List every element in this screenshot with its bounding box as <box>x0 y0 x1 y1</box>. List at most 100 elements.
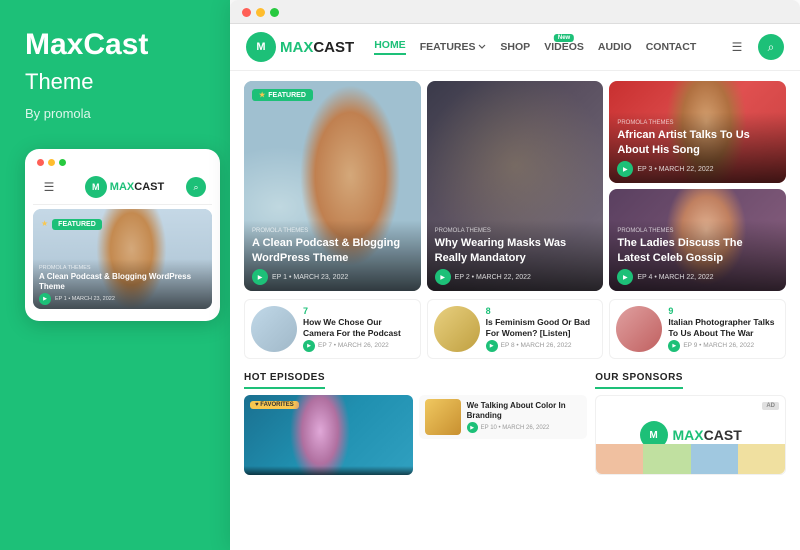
brand-subtitle: Theme <box>25 70 205 94</box>
small-card-3-meta: ▶ EP 9 • MARCH 26, 2022 <box>668 340 779 352</box>
small-card-2-play[interactable]: ▶ <box>486 340 498 352</box>
small-card-3[interactable]: 9 Italian Photographer Talks To Us About… <box>609 299 786 359</box>
small-card-3-ep: EP 9 • MARCH 26, 2022 <box>683 342 754 349</box>
small-card-1[interactable]: 7 How We Chose Our Camera For the Podcas… <box>244 299 421 359</box>
mobile-logo: M MAXCAST <box>85 176 164 198</box>
card3-tag: PROMOLA THEMES <box>617 120 778 126</box>
card1-play-button[interactable]: ▶ <box>252 269 268 285</box>
card2-play-button[interactable]: ▶ <box>435 269 451 285</box>
small-card-2-title: Is Feminism Good Or Bad For Women? [List… <box>486 317 597 337</box>
small-card-3-num: 9 <box>668 306 779 316</box>
hamburger-menu-button[interactable]: ☰ <box>724 34 750 60</box>
bottom-left: HOT EPISODES ♥ FAVORITES <box>244 367 587 544</box>
featured-card-1[interactable]: ★ FEATURED PROMOLA THEMES A Clean Podcas… <box>244 81 421 291</box>
small-card-1-meta: ▶ EP 7 • MARCH 26, 2022 <box>303 340 414 352</box>
site-nav: HOME FEATURES SHOP New VIDEOS AUDIO CONT… <box>374 39 724 55</box>
hot-card-1-overlay <box>244 466 413 475</box>
card3-play-button[interactable]: ▶ <box>617 161 633 177</box>
small-card-2-meta: ▶ EP 8 • MARCH 26, 2022 <box>486 340 597 352</box>
card4-play-button[interactable]: ▶ <box>617 269 633 285</box>
mobile-logo-icon: M <box>85 176 107 198</box>
small-card-2-num: 8 <box>486 306 597 316</box>
card-4[interactable]: PROMOLA THEMES The Ladies Discuss The La… <box>609 189 786 291</box>
browser-dot-yellow <box>256 8 265 17</box>
card2-meta: ▶ EP 2 • MARCH 22, 2022 <box>435 269 596 285</box>
small-card-1-play[interactable]: ▶ <box>303 340 315 352</box>
card4-title: The Ladies Discuss The Latest Celeb Goss… <box>617 236 778 265</box>
small-card-1-num: 7 <box>303 306 414 316</box>
hot-card-1[interactable]: ♥ FAVORITES <box>244 395 413 475</box>
bottom-section: HOT EPISODES ♥ FAVORITES <box>244 367 786 544</box>
small-card-1-title: How We Chose Our Camera For the Podcast <box>303 317 414 337</box>
sponsor-box: AD M MAXCAST <box>595 395 786 475</box>
mobile-menu-icon[interactable]: ☰ <box>39 177 59 197</box>
left-panel: MaxCast Theme By promola ☰ M MAXCAST ⌕ ★… <box>0 0 230 550</box>
card3-ep: EP 3 • MARCH 22, 2022 <box>637 166 713 173</box>
small-card-1-info: 7 How We Chose Our Camera For the Podcas… <box>303 306 414 351</box>
small-card-3-info: 9 Italian Photographer Talks To Us About… <box>668 306 779 351</box>
mobile-logo-text: MAXCAST <box>110 181 164 193</box>
card3-title: African Artist Talks To Us About His Son… <box>617 128 778 157</box>
sponsor-strip-3 <box>691 444 738 474</box>
sponsor-logo-text: MAXCAST <box>673 427 742 443</box>
sponsors-title: OUR SPONSORS <box>595 372 683 389</box>
small-card-1-ep: EP 7 • MARCH 26, 2022 <box>318 342 389 349</box>
hot-thumb-1 <box>425 399 461 435</box>
small-card-2-img <box>434 306 480 352</box>
sponsor-strip-1 <box>596 444 643 474</box>
mobile-play-button[interactable]: ▶ <box>39 293 51 305</box>
small-card-2-info: 8 Is Feminism Good Or Bad For Women? [Li… <box>486 306 597 351</box>
brand-title: MaxCast <box>25 30 205 60</box>
mobile-dots <box>33 159 212 172</box>
main-content: ★ FEATURED PROMOLA THEMES A Clean Podcas… <box>230 71 800 550</box>
small-card-2-ep: EP 8 • MARCH 26, 2022 <box>501 342 572 349</box>
card2-ep: EP 2 • MARCH 22, 2022 <box>455 274 531 281</box>
sponsor-bg <box>596 444 785 474</box>
nav-shop[interactable]: SHOP <box>500 41 530 53</box>
hot-ep-play-1[interactable]: ▶ <box>467 422 478 433</box>
card2-overlay: PROMOLA THEMES Why Wearing Masks Was Rea… <box>427 220 604 291</box>
featured-star-icon: ★ <box>259 91 265 99</box>
mobile-featured-badge: FEATURED <box>52 219 102 230</box>
sponsor-ad-label: AD <box>762 402 779 410</box>
card1-ep: EP 1 • MARCH 23, 2022 <box>272 274 348 281</box>
hot-episode-row-1[interactable]: We Talking About Color In Branding ▶ EP … <box>419 395 588 439</box>
nav-videos[interactable]: New VIDEOS <box>544 41 584 53</box>
right-panel: M MAXCAST HOME FEATURES SHOP New VIDEOS … <box>230 0 800 550</box>
small-card-2[interactable]: 8 Is Feminism Good Or Bad For Women? [Li… <box>427 299 604 359</box>
card1-meta: ▶ EP 1 • MARCH 23, 2022 <box>252 269 413 285</box>
browser-chrome <box>230 0 800 24</box>
card2-title: Why Wearing Masks Was Really Mandatory <box>435 236 596 265</box>
card-3[interactable]: PROMOLA THEMES African Artist Talks To U… <box>609 81 786 183</box>
nav-contact[interactable]: CONTACT <box>646 41 697 53</box>
search-button[interactable]: ⌕ <box>758 34 784 60</box>
mobile-search-icon[interactable]: ⌕ <box>186 177 206 197</box>
brand-by: By promola <box>25 106 205 121</box>
mobile-hero-tag: PROMOLA THEMES <box>39 265 206 271</box>
small-card-3-title: Italian Photographer Talks To Us About T… <box>668 317 779 337</box>
mobile-ep-info: EP 1 • MARCH 23, 2022 <box>55 296 115 302</box>
mobile-mockup: ☰ M MAXCAST ⌕ ★ FEATURED PROMOLA THEMES … <box>25 149 220 321</box>
site-nav-right: ☰ ⌕ <box>724 34 784 60</box>
hot-ep-meta-1: ▶ EP 10 • MARCH 26, 2022 <box>467 422 582 433</box>
card2-tag: PROMOLA THEMES <box>435 228 596 234</box>
card4-tag: PROMOLA THEMES <box>617 228 778 234</box>
browser-dots <box>242 8 279 17</box>
mobile-hero: ★ FEATURED PROMOLA THEMES A Clean Podcas… <box>33 209 212 309</box>
site-logo: M MAXCAST <box>246 32 354 62</box>
nav-audio[interactable]: AUDIO <box>598 41 632 53</box>
mid-row: 7 How We Chose Our Camera For the Podcas… <box>244 299 786 359</box>
card-2[interactable]: PROMOLA THEMES Why Wearing Masks Was Rea… <box>427 81 604 291</box>
card1-title: A Clean Podcast & Blogging WordPress The… <box>252 236 413 265</box>
nav-features[interactable]: FEATURES <box>420 41 487 53</box>
card3-meta: ▶ EP 3 • MARCH 22, 2022 <box>617 161 778 177</box>
nav-home[interactable]: HOME <box>374 39 406 55</box>
mobile-hero-overlay: PROMOLA THEMES A Clean Podcast & Bloggin… <box>33 259 212 309</box>
mobile-hero-title: A Clean Podcast & Blogging WordPress The… <box>39 272 206 291</box>
nav-new-badge: New <box>554 34 574 42</box>
small-card-3-play[interactable]: ▶ <box>668 340 680 352</box>
hot-ep-ep-1: EP 10 • MARCH 26, 2022 <box>481 425 550 431</box>
bottom-right: OUR SPONSORS AD M MAXCAST <box>595 367 786 544</box>
card1-overlay: PROMOLA THEMES A Clean Podcast & Bloggin… <box>244 220 421 291</box>
hot-episodes-title: HOT EPISODES <box>244 372 325 389</box>
